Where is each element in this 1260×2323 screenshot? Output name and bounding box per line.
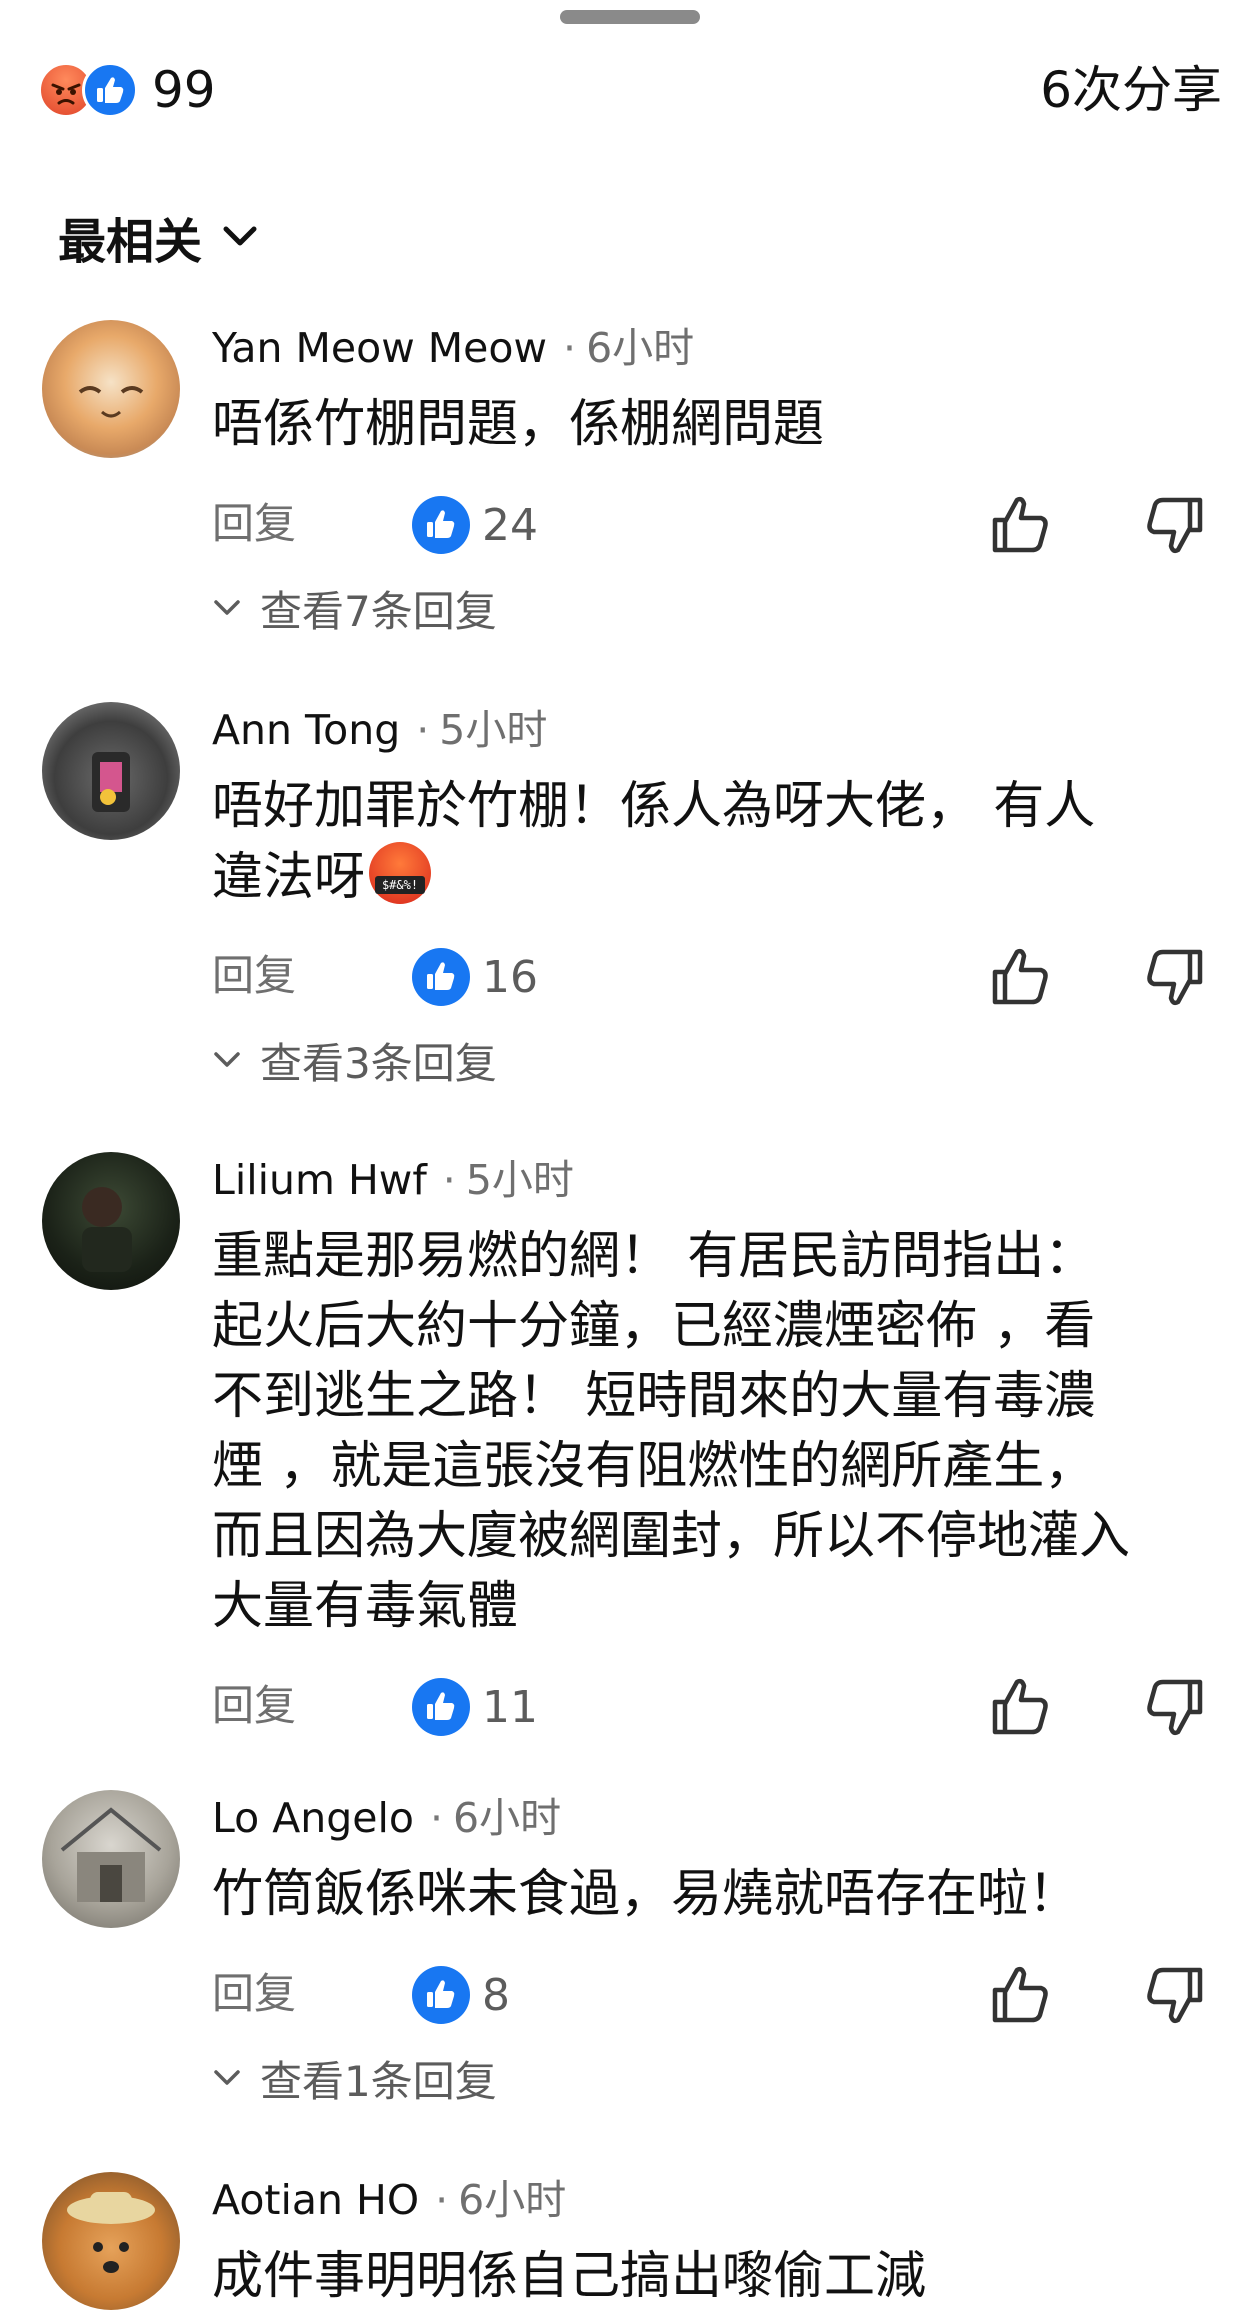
separator-dot: · xyxy=(442,1156,456,1204)
comment-header: Yan Meow Meow · 6小时 xyxy=(212,320,694,376)
avatar[interactable] xyxy=(42,1152,180,1290)
comment-text-line: 不到逃生之路！ 短時間來的大量有毒濃 xyxy=(212,1367,1096,1426)
timestamp: 6小时 xyxy=(453,1794,562,1842)
author-name[interactable]: Lo Angelo xyxy=(212,1794,414,1842)
comment-text: 唔好加罪於竹棚！係人為呀大佬， 有人 違法呀 $#&%! xyxy=(212,772,1222,913)
comment-text-line: 唔好加罪於竹棚！係人為呀大佬， 有人 xyxy=(212,777,1096,836)
author-name[interactable]: Yan Meow Meow xyxy=(212,324,547,372)
comment-actions: 回复 8 xyxy=(212,1960,1222,2030)
avatar[interactable] xyxy=(42,320,180,458)
like-count-badge[interactable]: 8 xyxy=(412,1960,510,2030)
comment-header: Lilium Hwf · 5小时 xyxy=(212,1152,574,1208)
chevron-down-icon xyxy=(214,600,240,615)
reaction-count: 99 xyxy=(152,61,216,119)
like-count: 11 xyxy=(482,1681,538,1733)
separator-dot: · xyxy=(435,2176,449,2224)
separator-dot: · xyxy=(430,1794,444,1842)
like-count-badge[interactable]: 11 xyxy=(412,1672,538,1742)
comment-text-line: 重點是那易燃的網！ 有居民訪問指出： xyxy=(212,1227,1096,1286)
avatar[interactable] xyxy=(42,702,180,840)
reply-button[interactable]: 回复 xyxy=(212,1966,296,2022)
comment-text-line: 煙 ，就是這張沒有阻燃性的網所產生， xyxy=(212,1437,1096,1496)
reactions-bar: 99 6次分享 xyxy=(38,55,1222,125)
like-count: 16 xyxy=(482,951,538,1003)
like-count: 24 xyxy=(482,499,538,551)
sort-dropdown[interactable]: 最相关 xyxy=(58,205,260,270)
comment-text-line: 違法呀 xyxy=(212,848,366,907)
comment-text: 重點是那易燃的網！ 有居民訪問指出： 起火后大約十分鐘，已經濃煙密佈 ，看 不到… xyxy=(212,1222,1222,1642)
timestamp: 6小时 xyxy=(458,2176,567,2224)
thumbs-up-icon[interactable] xyxy=(987,1674,1053,1740)
separator-dot: · xyxy=(563,324,577,372)
comment-header: Lo Angelo · 6小时 xyxy=(212,1790,561,1846)
separator-dot: · xyxy=(416,706,430,754)
comment-header: Aotian HO · 6小时 xyxy=(212,2172,566,2228)
comment-text: 成件事明明係自己搞出嚟偷工減 xyxy=(212,2247,927,2306)
comment-text-line: 大量有毒氣體 xyxy=(212,1577,519,1636)
comment-actions: 回复 24 xyxy=(212,490,1222,560)
timestamp: 5小时 xyxy=(465,1156,574,1204)
thumbs-down-icon[interactable] xyxy=(1142,492,1208,558)
view-replies-button[interactable]: 查看7条回复 xyxy=(212,578,497,638)
share-count[interactable]: 6次分享 xyxy=(1040,55,1222,125)
view-replies-button[interactable]: 查看3条回复 xyxy=(212,1030,497,1090)
swearing-face-emoji: $#&%! xyxy=(369,842,432,904)
reply-button[interactable]: 回复 xyxy=(212,1678,296,1734)
view-replies-label: 查看1条回复 xyxy=(260,2056,497,2106)
like-icon xyxy=(412,1966,470,2024)
thumbs-down-icon[interactable] xyxy=(1142,1962,1208,2028)
comment-text-line: 而且因為大廈被網圍封，所以不停地灌入 xyxy=(212,1507,1131,1566)
reaction-summary[interactable]: 99 xyxy=(38,55,216,125)
sheet-grabber[interactable] xyxy=(560,10,700,24)
like-count-badge[interactable]: 24 xyxy=(412,490,538,560)
like-count: 8 xyxy=(482,1969,510,2021)
avatar[interactable] xyxy=(42,1790,180,1928)
thumbs-down-icon[interactable] xyxy=(1142,944,1208,1010)
timestamp: 6小时 xyxy=(586,324,695,372)
emoji-symbols: $#&%! xyxy=(375,876,426,894)
like-icon xyxy=(412,948,470,1006)
comment-header: Ann Tong · 5小时 xyxy=(212,702,547,758)
author-name[interactable]: Aotian HO xyxy=(212,2176,419,2224)
comment-text-line: 起火后大約十分鐘，已經濃煙密佈 ，看 xyxy=(212,1297,1096,1356)
like-count-badge[interactable]: 16 xyxy=(412,942,538,1012)
thumbs-down-icon[interactable] xyxy=(1142,1674,1208,1740)
reply-button[interactable]: 回复 xyxy=(212,948,296,1004)
comment-text: 竹筒飯係咪未食過，易燒就唔存在啦！ xyxy=(212,1865,1080,1924)
sort-label: 最相关 xyxy=(58,214,203,270)
author-name[interactable]: Ann Tong xyxy=(212,706,400,754)
view-replies-label: 查看3条回复 xyxy=(260,1038,497,1088)
chevron-down-icon xyxy=(223,226,257,246)
author-name[interactable]: Lilium Hwf xyxy=(212,1156,427,1204)
like-icon xyxy=(412,496,470,554)
thumbs-up-icon[interactable] xyxy=(987,492,1053,558)
comment-actions: 回复 16 xyxy=(212,942,1222,1012)
chevron-down-icon xyxy=(214,1052,240,1067)
thumbs-up-icon[interactable] xyxy=(987,944,1053,1010)
view-replies-label: 查看7条回复 xyxy=(260,586,497,636)
comment-text: 唔係竹棚問題，係棚網問題 xyxy=(212,395,825,454)
like-icon xyxy=(412,1678,470,1736)
comment-actions: 回复 11 xyxy=(212,1672,1222,1742)
like-react-icon xyxy=(82,62,138,118)
view-replies-button[interactable]: 查看1条回复 xyxy=(212,2048,497,2108)
reply-button[interactable]: 回复 xyxy=(212,496,296,552)
chevron-down-icon xyxy=(214,2070,240,2085)
timestamp: 5小时 xyxy=(439,706,548,754)
thumbs-up-icon[interactable] xyxy=(987,1962,1053,2028)
avatar[interactable] xyxy=(42,2172,180,2310)
